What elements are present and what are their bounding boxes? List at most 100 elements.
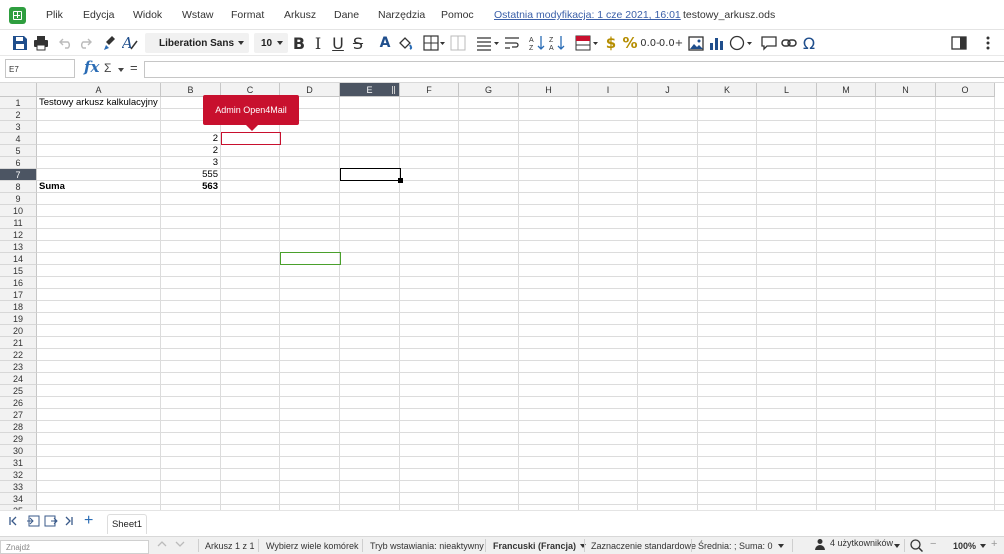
shape-icon[interactable]: [728, 30, 754, 56]
wrap-text-icon[interactable]: [503, 30, 521, 56]
row-header-29[interactable]: 29: [0, 433, 37, 445]
sidebar-icon[interactable]: [950, 30, 968, 56]
row-header-28[interactable]: 28: [0, 421, 37, 433]
formula-equals-icon[interactable]: =: [130, 60, 138, 75]
percent-icon[interactable]: %: [622, 30, 638, 56]
font-name-select[interactable]: Liberation Sans: [145, 33, 249, 53]
zoom-level[interactable]: 100%: [953, 541, 987, 551]
users-dropdown-icon[interactable]: [890, 541, 900, 551]
find-previous-icon[interactable]: [156, 539, 168, 551]
borders-icon[interactable]: [422, 30, 446, 56]
column-header-I[interactable]: I: [579, 83, 638, 97]
menu-view[interactable]: Widok: [133, 9, 162, 21]
row-header-33[interactable]: 33: [0, 481, 37, 493]
row-header-18[interactable]: 18: [0, 301, 37, 313]
image-icon[interactable]: [687, 30, 705, 56]
bold-icon[interactable]: B: [291, 30, 307, 56]
sum-dropdown-icon[interactable]: [118, 68, 124, 72]
menu-help[interactable]: Pomoc: [441, 9, 474, 21]
italic-icon[interactable]: I: [311, 30, 325, 56]
selection-mode[interactable]: Zaznaczenie standardowe: [591, 541, 696, 551]
document-name[interactable]: testowy_arkusz.ods: [683, 9, 775, 21]
merge-cells-icon[interactable]: [449, 30, 467, 56]
font-color-icon[interactable]: A: [377, 30, 393, 56]
find-next-icon[interactable]: [174, 539, 186, 551]
first-sheet-icon[interactable]: [8, 515, 18, 530]
column-header-H[interactable]: H: [519, 83, 579, 97]
more-icon[interactable]: [980, 30, 996, 56]
select-all-corner[interactable]: [0, 83, 37, 97]
clone-formatting-icon[interactable]: [101, 30, 119, 56]
insert-sheet-before-icon[interactable]: [26, 515, 40, 530]
menu-sheet[interactable]: Arkusz: [284, 9, 316, 21]
spreadsheet-app-icon[interactable]: [9, 7, 26, 24]
row-header-27[interactable]: 27: [0, 409, 37, 421]
insert-mode[interactable]: Tryb wstawiania: nieaktywny: [370, 541, 484, 551]
currency-icon[interactable]: $: [604, 30, 618, 56]
row-header-34[interactable]: 34: [0, 493, 37, 505]
formula-input[interactable]: [144, 61, 1004, 78]
save-icon[interactable]: [10, 30, 30, 56]
row-header-20[interactable]: 20: [0, 325, 37, 337]
menu-file[interactable]: Plik: [46, 9, 63, 21]
row-header-23[interactable]: 23: [0, 361, 37, 373]
sort-descending-icon[interactable]: ZA: [548, 30, 566, 56]
row-header-14[interactable]: 14: [0, 253, 37, 265]
sum-icon[interactable]: Σ: [104, 61, 111, 75]
find-input[interactable]: Znajdź: [0, 540, 149, 554]
row-header-25[interactable]: 25: [0, 385, 37, 397]
column-header-O[interactable]: O: [936, 83, 995, 97]
menu-insert[interactable]: Wstaw: [182, 9, 214, 21]
column-header-A[interactable]: A: [37, 83, 161, 97]
column-header-G[interactable]: G: [459, 83, 519, 97]
undo-icon[interactable]: [57, 30, 75, 56]
underline-icon[interactable]: U: [330, 30, 346, 56]
row-header-9[interactable]: 9: [0, 193, 37, 205]
zoom-reset-icon[interactable]: [910, 539, 924, 554]
special-char-icon[interactable]: Ω: [800, 30, 818, 56]
background-color-icon[interactable]: [396, 30, 414, 56]
cell-A8[interactable]: Suma: [39, 181, 160, 193]
row-header-3[interactable]: 3: [0, 121, 37, 133]
cell-B8[interactable]: 563: [163, 181, 220, 193]
row-header-16[interactable]: 16: [0, 277, 37, 289]
function-wizard-icon[interactable]: fx: [84, 58, 99, 76]
row-header-11[interactable]: 11: [0, 217, 37, 229]
row-header-24[interactable]: 24: [0, 373, 37, 385]
users-icon[interactable]: [814, 538, 826, 552]
row-header-17[interactable]: 17: [0, 289, 37, 301]
chart-icon[interactable]: [707, 30, 725, 56]
last-sheet-icon[interactable]: [64, 515, 74, 530]
align-icon[interactable]: [475, 30, 501, 56]
row-header-26[interactable]: 26: [0, 397, 37, 409]
font-size-select[interactable]: 10: [254, 33, 288, 53]
row-header-21[interactable]: 21: [0, 337, 37, 349]
column-header-F[interactable]: F: [400, 83, 459, 97]
cell-B4[interactable]: 2: [163, 133, 220, 145]
insert-sheet-after-icon[interactable]: [44, 515, 58, 530]
add-sheet-button[interactable]: +: [84, 512, 93, 530]
zoom-in-icon[interactable]: +: [991, 538, 997, 550]
menu-format[interactable]: Format: [231, 9, 264, 21]
link-icon[interactable]: [780, 30, 798, 56]
column-header-M[interactable]: M: [817, 83, 876, 97]
stats-dropdown-icon[interactable]: [774, 541, 784, 551]
row-header-30[interactable]: 30: [0, 445, 37, 457]
menu-edit[interactable]: Edycja: [83, 9, 115, 21]
language-select[interactable]: Francuski (Francja): [493, 541, 587, 551]
sheet-tab[interactable]: Sheet1: [107, 514, 147, 534]
column-header-K[interactable]: K: [698, 83, 757, 97]
column-header-J[interactable]: J: [638, 83, 698, 97]
sort-ascending-icon[interactable]: AZ: [528, 30, 546, 56]
row-header-32[interactable]: 32: [0, 469, 37, 481]
redo-icon[interactable]: [76, 30, 94, 56]
row-header-6[interactable]: 6: [0, 157, 37, 169]
row-header-31[interactable]: 31: [0, 457, 37, 469]
row-header-4[interactable]: 4: [0, 133, 37, 145]
conditional-format-icon[interactable]: [574, 30, 600, 56]
decimal-add-icon[interactable]: 0.0+: [659, 30, 683, 56]
row-header-7[interactable]: 7: [0, 169, 37, 181]
menu-data[interactable]: Dane: [334, 9, 359, 21]
column-header-L[interactable]: L: [757, 83, 817, 97]
multi-select-mode[interactable]: Wybierz wiele komórek: [266, 541, 358, 551]
